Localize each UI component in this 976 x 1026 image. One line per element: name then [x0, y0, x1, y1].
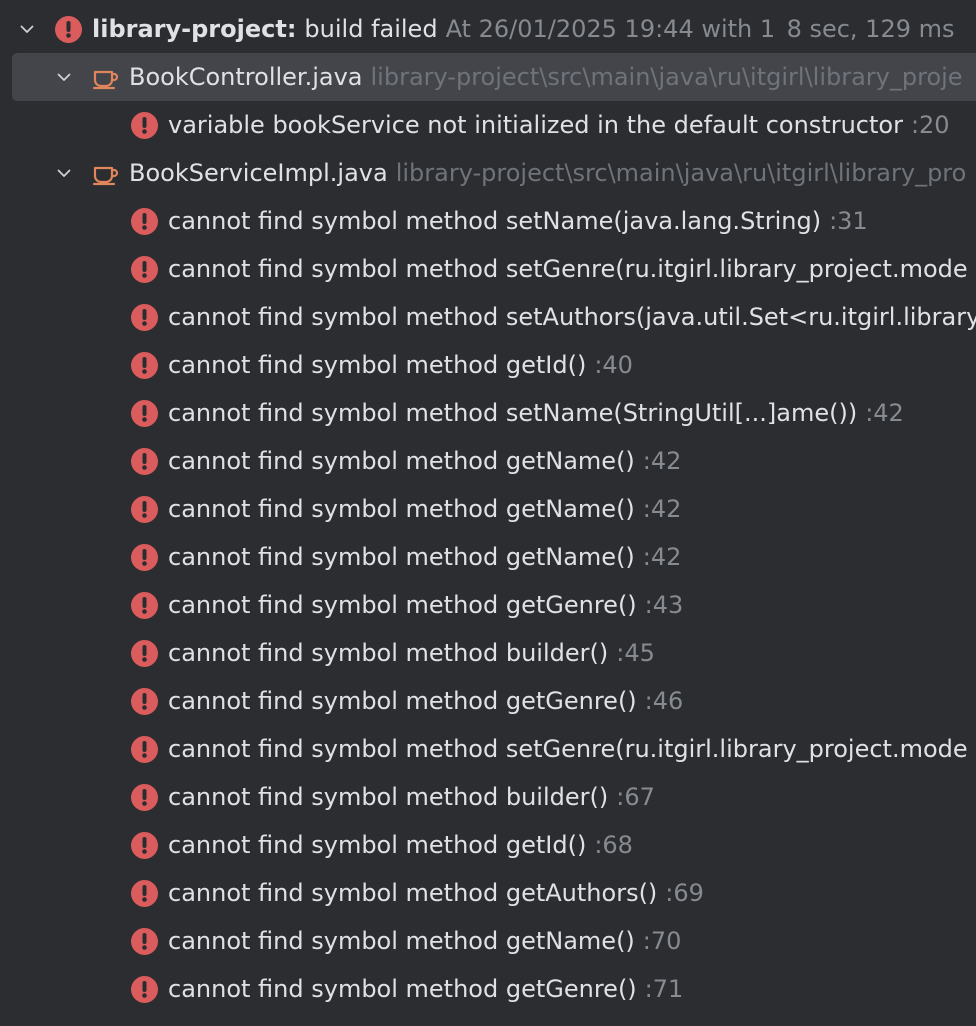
error-row[interactable]: cannot find symbol method getAuthors():6… [0, 869, 976, 917]
error-row[interactable]: cannot find symbol method getGenre():71 [0, 965, 976, 1013]
error-icon [131, 255, 158, 283]
file-path: library-project\src\main\java\ru\itgirl\… [370, 63, 963, 91]
error-icon [131, 591, 158, 619]
error-row[interactable]: cannot find symbol method setAuthors(jav… [0, 293, 976, 341]
error-icon [131, 303, 158, 331]
error-row[interactable]: cannot find symbol method getName():42 [0, 533, 976, 581]
error-message: cannot find symbol method getGenre() [168, 687, 637, 715]
error-icon [131, 351, 158, 379]
error-row[interactable]: cannot find symbol method builder():45 [0, 629, 976, 677]
error-row[interactable]: cannot find symbol method getName():42 [0, 485, 976, 533]
error-icon [131, 447, 158, 475]
error-icon [131, 927, 158, 955]
file-row[interactable]: BookServiceImpl.java library-project\src\… [0, 149, 976, 197]
error-message: cannot find symbol method getGenre() [168, 591, 637, 619]
error-icon [55, 15, 82, 43]
error-row[interactable]: cannot find symbol method setName(java.l… [0, 197, 976, 245]
error-line: :42 [642, 447, 682, 475]
file-name: BookController.java [129, 63, 363, 91]
error-row[interactable]: cannot find symbol method getGenre():46 [0, 677, 976, 725]
error-message: cannot find symbol method builder() [168, 639, 609, 667]
error-line: :69 [665, 879, 704, 907]
error-line: :42 [865, 399, 904, 427]
error-icon [131, 975, 158, 1003]
error-message: cannot find symbol method setGenre(ru.it… [168, 735, 968, 763]
chevron-down-icon[interactable] [54, 67, 74, 87]
error-icon [131, 831, 158, 859]
error-message: cannot find symbol method setGenre(ru.it… [168, 255, 968, 283]
error-message: cannot find symbol method getName() [168, 543, 635, 571]
error-row[interactable]: cannot find symbol method setGenre(ru.it… [0, 725, 976, 773]
error-message: cannot find symbol method getName() [168, 447, 635, 475]
error-icon [131, 783, 158, 811]
error-line: :20 [910, 111, 950, 139]
file-row[interactable]: BookController.java library-project\src\m… [12, 53, 976, 101]
error-row[interactable]: cannot find symbol method builder():67 [0, 773, 976, 821]
error-icon [131, 207, 158, 235]
error-row[interactable]: cannot find symbol method setGenre(ru.it… [0, 245, 976, 293]
java-file-icon [92, 63, 120, 91]
error-message: cannot find symbol method setAuthors(jav… [168, 303, 976, 331]
project-name: library-project: [92, 15, 297, 43]
chevron-down-icon[interactable] [54, 163, 74, 183]
error-icon [131, 735, 158, 763]
error-line: :43 [644, 591, 684, 619]
error-icon [131, 543, 158, 571]
error-message: cannot find symbol method getName() [168, 495, 635, 523]
error-line: :67 [616, 783, 655, 811]
error-row[interactable]: cannot find symbol method setName(String… [0, 389, 976, 437]
error-row[interactable]: variable bookService not initialized in … [0, 101, 976, 149]
chevron-down-icon[interactable] [17, 19, 37, 39]
error-row[interactable]: cannot find symbol method getGenre():43 [0, 581, 976, 629]
file-path: library-project\src\main\java\ru\itgirl\… [395, 159, 967, 187]
build-status: build failed [304, 15, 438, 43]
error-line: :46 [644, 687, 684, 715]
error-message: cannot find symbol method getGenre() [168, 975, 637, 1003]
build-detail: At 26/01/2025 19:44 with 1 [445, 15, 776, 43]
build-output-tree: library-project: build failed At 26/01/202… [0, 5, 976, 1013]
error-line: :45 [616, 639, 655, 667]
error-line: :70 [642, 927, 682, 955]
error-line: :68 [594, 831, 633, 859]
error-line: :42 [642, 495, 682, 523]
java-file-icon [92, 159, 120, 187]
error-row[interactable]: cannot find symbol method getId():68 [0, 821, 976, 869]
error-line: :42 [642, 543, 682, 571]
file-name: BookServiceImpl.java [129, 159, 388, 187]
error-icon [131, 399, 158, 427]
error-message: cannot find symbol method builder() [168, 783, 609, 811]
error-message: cannot find symbol method getId() [168, 351, 587, 379]
error-message: cannot find symbol method setName(String… [168, 399, 858, 427]
error-message: cannot find symbol method getAuthors() [168, 879, 658, 907]
error-row[interactable]: cannot find symbol method getName():42 [0, 437, 976, 485]
error-icon [131, 879, 158, 907]
error-message: variable bookService not initialized in … [168, 111, 903, 139]
error-icon [131, 687, 158, 715]
error-row[interactable]: cannot find symbol method getId():40 [0, 341, 976, 389]
build-root-row[interactable]: library-project: build failed At 26/01/202… [0, 5, 976, 53]
build-duration: 8 sec, 129 ms [786, 15, 955, 43]
error-line: :40 [594, 351, 633, 379]
error-message: cannot find symbol method getName() [168, 927, 635, 955]
error-icon [131, 639, 158, 667]
error-message: cannot find symbol method setName(java.l… [168, 207, 822, 235]
error-message: cannot find symbol method getId() [168, 831, 587, 859]
error-icon [131, 111, 158, 139]
error-icon [131, 495, 158, 523]
error-line: :71 [644, 975, 684, 1003]
error-row[interactable]: cannot find symbol method getName():70 [0, 917, 976, 965]
error-line: :31 [829, 207, 868, 235]
